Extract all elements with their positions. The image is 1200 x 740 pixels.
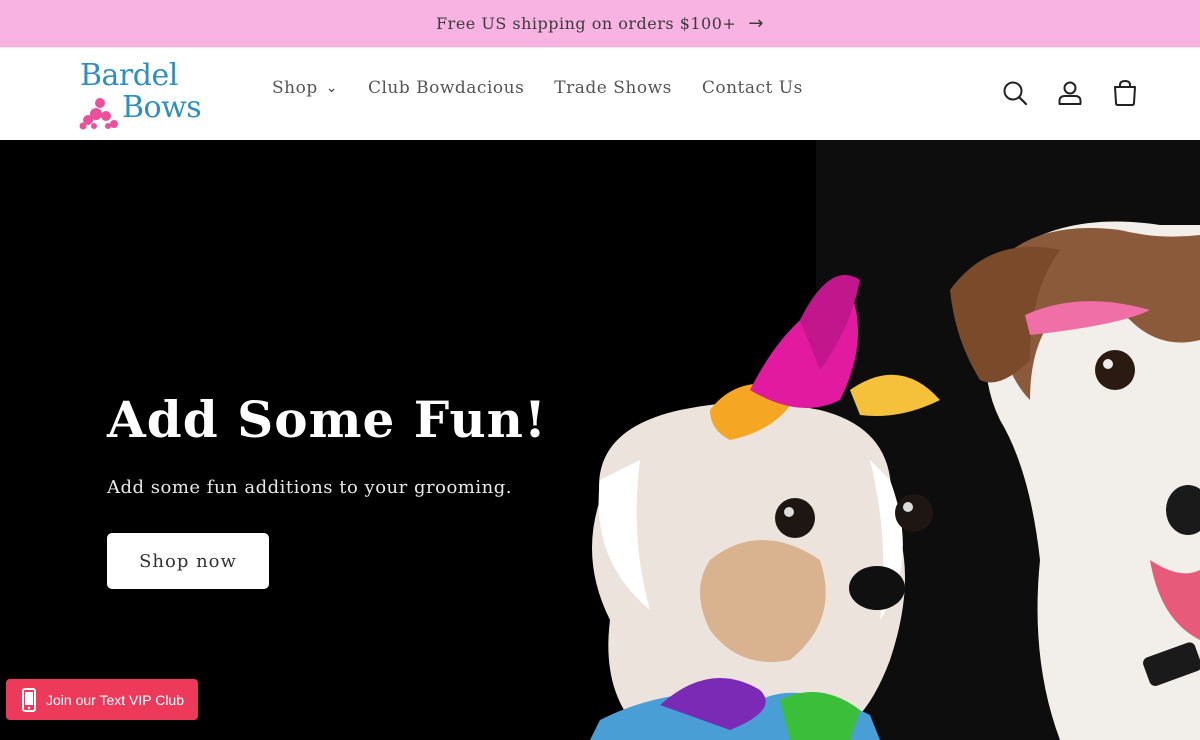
cart-icon[interactable] <box>1110 78 1140 108</box>
header-icons <box>975 78 1140 108</box>
announcement-bar[interactable]: Free US shipping on orders $100+ → <box>0 0 1200 47</box>
nav-item-label: Shop <box>272 78 318 98</box>
brand-logo[interactable]: Bardel Bows <box>78 58 218 130</box>
nav-item-shop[interactable]: Shop ⌄ <box>272 78 338 98</box>
hero-banner: Add Some Fun! Add some fun additions to … <box>0 140 1200 740</box>
hero-subtitle: Add some fun additions to your grooming. <box>107 477 512 498</box>
logo-text-line1: Bardel <box>80 58 178 93</box>
arrow-right-icon[interactable]: → <box>748 13 764 34</box>
site-header: Bardel Bows Shop ⌄ Club Bowdacious Trade… <box>0 47 1200 140</box>
nav-item-label: Club Bowdacious <box>367 78 525 98</box>
nav-item-club-bowdacious[interactable]: Club Bowdacious <box>368 78 524 98</box>
mobile-phone-icon <box>22 687 36 712</box>
text-vip-club-button[interactable]: Join our Text VIP Club <box>6 679 198 720</box>
vip-button-label: Join our Text VIP Club <box>46 691 185 708</box>
announcement-text[interactable]: Free US shipping on orders $100+ <box>436 14 736 33</box>
hero-title: Add Some Fun! <box>107 390 547 449</box>
hero-dogs-image <box>560 140 1200 740</box>
account-icon[interactable] <box>1055 78 1085 108</box>
main-nav: Shop ⌄ Club Bowdacious Trade Shows Conta… <box>272 78 833 98</box>
poodle-logo-icon <box>79 98 118 130</box>
shop-now-button[interactable]: Shop now <box>107 533 269 589</box>
chevron-down-icon: ⌄ <box>325 80 338 96</box>
nav-item-label: Contact Us <box>701 78 803 98</box>
nav-item-label: Trade Shows <box>554 78 672 98</box>
nav-item-contact-us[interactable]: Contact Us <box>702 78 803 98</box>
search-icon[interactable] <box>1000 78 1030 108</box>
nav-item-trade-shows[interactable]: Trade Shows <box>554 78 672 98</box>
logo-text-line2: Bows <box>122 90 202 125</box>
